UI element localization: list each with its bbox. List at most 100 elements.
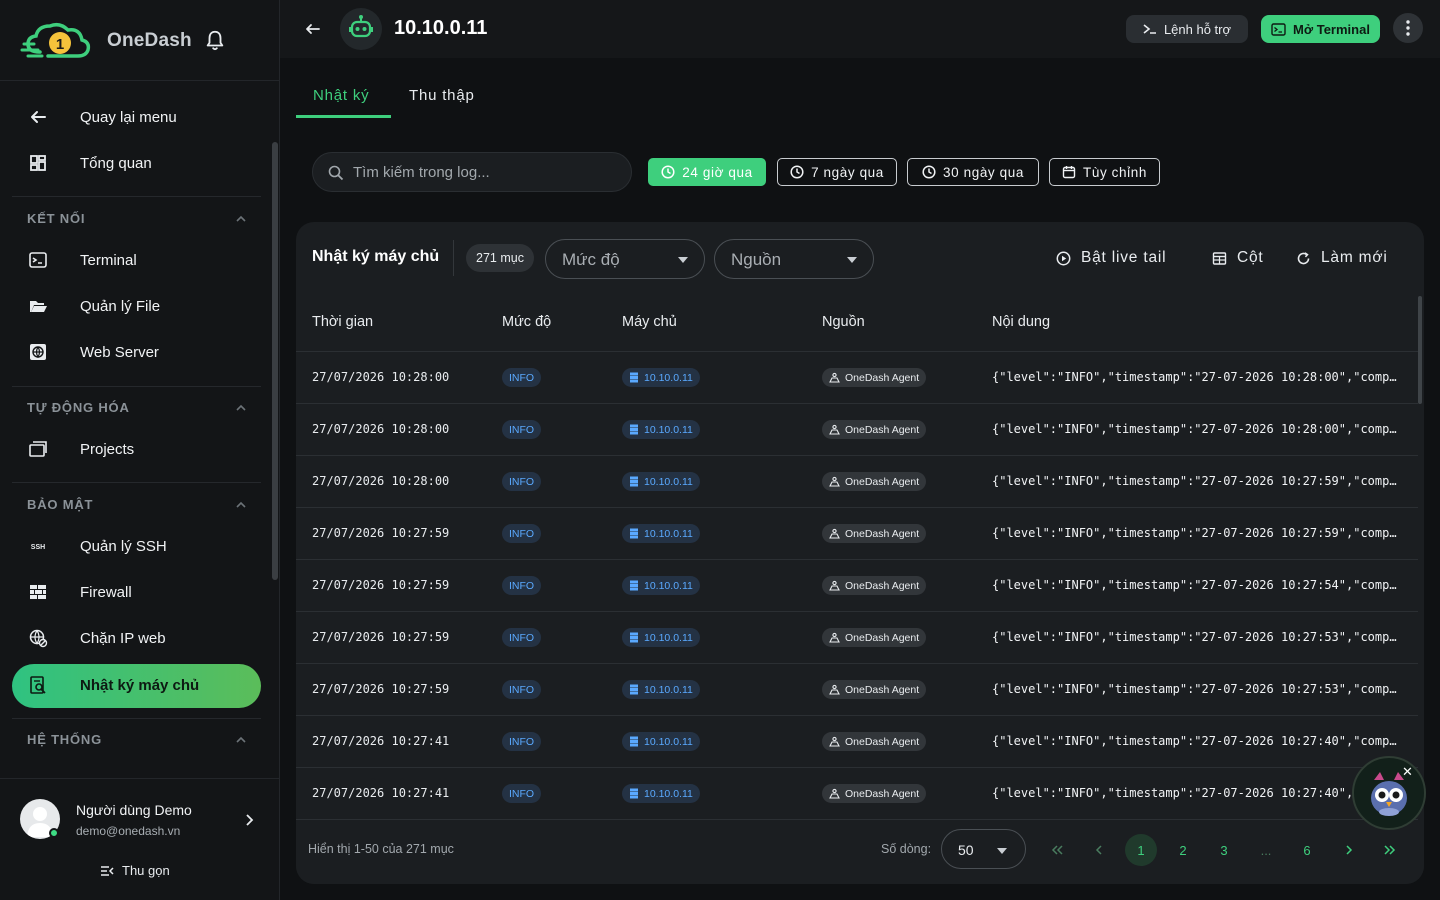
play-circle-icon	[1056, 251, 1071, 265]
page-button-2[interactable]: 2	[1167, 834, 1199, 866]
log-message[interactable]: {"level":"INFO","timestamp":"27-07-2026 …	[992, 682, 1397, 696]
sidebar: 1 OneDash Quay lại menu Tổng quan KẾT NỐ…	[0, 0, 280, 900]
page-button-1[interactable]: 1	[1125, 834, 1157, 866]
server-badge[interactable]: 10.10.0.11	[622, 420, 700, 439]
sidebar-item-blockip[interactable]: Chặn IP web	[12, 617, 261, 661]
sidebar-item-ssh[interactable]: SSH Quản lý SSH	[12, 525, 261, 569]
rows-per-page-select[interactable]: 50	[941, 829, 1026, 869]
server-badge[interactable]: 10.10.0.11	[622, 576, 700, 595]
more-vertical-icon	[1406, 20, 1410, 36]
section-system[interactable]: HỆ THỐNG	[12, 718, 261, 762]
server-badge[interactable]: 10.10.0.11	[622, 472, 700, 491]
table-row[interactable]: 27/07/2026 10:28:00 INFO 10.10.0.11 OneDash…	[296, 456, 1418, 508]
table-row[interactable]: 27/07/2026 10:28:00 INFO 10.10.0.11 OneDash…	[296, 352, 1418, 404]
open-terminal-button[interactable]: Mở Terminal	[1261, 15, 1380, 43]
collapse-sidebar-button[interactable]: Thu gọn	[100, 863, 170, 878]
column-header-server[interactable]: Máy chủ	[622, 314, 677, 330]
sidebar-item-files[interactable]: Quản lý File	[12, 285, 261, 329]
page-button-6[interactable]: 6	[1291, 834, 1323, 866]
table-row[interactable]: 27/07/2026 10:27:59 INFO 10.10.0.11 OneDash…	[296, 664, 1418, 716]
bell-icon[interactable]	[204, 29, 226, 51]
sidebar-item-firewall[interactable]: Firewall	[12, 571, 261, 615]
server-badge[interactable]: 10.10.0.11	[622, 732, 700, 751]
server-badge[interactable]: 10.10.0.11	[622, 368, 700, 387]
sidebar-item-logs[interactable]: Nhật ký máy chủ	[12, 664, 261, 708]
server-icon	[630, 684, 638, 695]
more-options-button[interactable]	[1393, 13, 1423, 43]
range-7d-button[interactable]: 7 ngày qua	[777, 158, 897, 186]
next-page-button[interactable]	[1333, 834, 1365, 866]
server-badge-label: 10.10.0.11	[644, 371, 693, 384]
log-message[interactable]: {"level":"INFO","timestamp":"27-07-2026 …	[992, 422, 1397, 436]
help-commands-button[interactable]: Lệnh hỗ trợ	[1126, 15, 1248, 43]
table-row[interactable]: 27/07/2026 10:28:00 INFO 10.10.0.11 OneDash…	[296, 404, 1418, 456]
log-message[interactable]: {"level":"INFO","timestamp":"27-07-2026 …	[992, 474, 1397, 488]
columns-button[interactable]: Cột	[1212, 249, 1264, 267]
range-custom-button[interactable]: Tùy chỉnh	[1049, 158, 1160, 186]
close-icon[interactable]: ✕	[1402, 764, 1413, 780]
table-row[interactable]: 27/07/2026 10:27:41 INFO 10.10.0.11 OneDash…	[296, 768, 1418, 820]
server-badge[interactable]: 10.10.0.11	[622, 784, 700, 803]
sidebar-item-back[interactable]: Quay lại menu	[12, 96, 261, 140]
section-automation[interactable]: TỰ ĐỘNG HÓA	[12, 386, 261, 430]
last-page-button[interactable]	[1374, 834, 1406, 866]
brick-wall-icon	[30, 585, 46, 599]
source-badge-label: OneDash Agent	[845, 475, 920, 488]
table-row[interactable]: 27/07/2026 10:27:59 INFO 10.10.0.11 OneDash…	[296, 508, 1418, 560]
first-page-button[interactable]	[1041, 834, 1073, 866]
level-filter-select[interactable]: Mức độ	[545, 239, 705, 279]
log-time: 27/07/2026 10:27:41	[312, 786, 450, 800]
log-message[interactable]: {"level":"INFO","timestamp":"27-07-2026 …	[992, 578, 1397, 592]
table-row[interactable]: 27/07/2026 10:27:41 INFO 10.10.0.11 OneDash…	[296, 716, 1418, 768]
log-count-badge: 271 mục	[466, 244, 534, 272]
refresh-button[interactable]: Làm mới	[1296, 249, 1388, 267]
server-badge-label: 10.10.0.11	[644, 579, 693, 592]
page-button-3[interactable]: 3	[1208, 834, 1240, 866]
tab-logs[interactable]: Nhật ký	[313, 87, 369, 104]
sidebar-item-webserver[interactable]: Web Server	[12, 331, 261, 375]
server-badge[interactable]: 10.10.0.11	[622, 680, 700, 699]
assistant-widget[interactable]	[1352, 756, 1426, 830]
log-message[interactable]: {"level":"INFO","timestamp":"27-07-2026 …	[992, 370, 1397, 384]
sidebar-item-projects[interactable]: Projects	[12, 428, 261, 472]
column-header-level[interactable]: Mức độ	[502, 314, 551, 330]
column-header-time[interactable]: Thời gian	[312, 314, 373, 330]
table-row[interactable]: 27/07/2026 10:27:59 INFO 10.10.0.11 OneDash…	[296, 612, 1418, 664]
column-header-content[interactable]: Nội dung	[992, 314, 1050, 330]
range-24h-button[interactable]: 24 giờ qua	[648, 158, 766, 186]
table-row[interactable]: 27/07/2026 10:27:59 INFO 10.10.0.11 OneDash…	[296, 560, 1418, 612]
prev-page-button[interactable]	[1083, 834, 1115, 866]
table-header: Thời gian Mức độ Máy chủ Nguồn Nội dung	[296, 294, 1418, 352]
log-search-box[interactable]	[312, 152, 632, 192]
range-30d-button[interactable]: 30 ngày qua	[907, 158, 1039, 186]
server-badge[interactable]: 10.10.0.11	[622, 524, 700, 543]
sidebar-scrollbar[interactable]	[272, 142, 278, 580]
log-message[interactable]: {"level":"INFO","timestamp":"27-07-2026 …	[992, 526, 1397, 540]
column-header-source[interactable]: Nguồn	[822, 314, 865, 330]
clock-icon	[790, 165, 804, 179]
table-scrollbar[interactable]	[1418, 296, 1422, 404]
double-chevron-right-icon	[1384, 845, 1396, 855]
chevron-right-icon[interactable]	[244, 813, 254, 827]
source-badge: OneDash Agent	[822, 472, 927, 491]
log-search-input[interactable]	[353, 161, 623, 183]
sidebar-item-terminal[interactable]: Terminal	[12, 239, 261, 283]
log-message[interactable]: {"level":"INFO","timestamp":"27-07-2026 …	[992, 734, 1397, 748]
log-message[interactable]: {"level":"INFO","timestamp":"27-07-2026 …	[992, 630, 1397, 644]
caret-down-icon	[847, 257, 857, 263]
user-profile[interactable]: Người dùng Demo demo@onedash.vn Thu gọn	[0, 778, 279, 900]
log-message[interactable]: {"level":"INFO","timestamp":"27-07-2026 …	[992, 786, 1397, 800]
section-security[interactable]: BẢO MẬT	[12, 483, 261, 527]
section-title: HỆ THỐNG	[27, 732, 103, 747]
sidebar-item-overview[interactable]: Tổng quan	[12, 142, 261, 186]
live-tail-button[interactable]: Bật live tail	[1056, 249, 1166, 267]
source-filter-select[interactable]: Nguồn	[714, 239, 874, 279]
server-badge[interactable]: 10.10.0.11	[622, 628, 700, 647]
onedash-logo-icon[interactable]: 1	[20, 18, 94, 62]
level-badge: INFO	[502, 732, 542, 751]
source-badge: OneDash Agent	[822, 784, 927, 803]
arrow-left-icon[interactable]	[304, 20, 322, 38]
section-connect[interactable]: KẾT NỐI	[12, 197, 261, 241]
tab-collect[interactable]: Thu thập	[409, 87, 475, 104]
source-badge-label: OneDash Agent	[845, 579, 920, 592]
